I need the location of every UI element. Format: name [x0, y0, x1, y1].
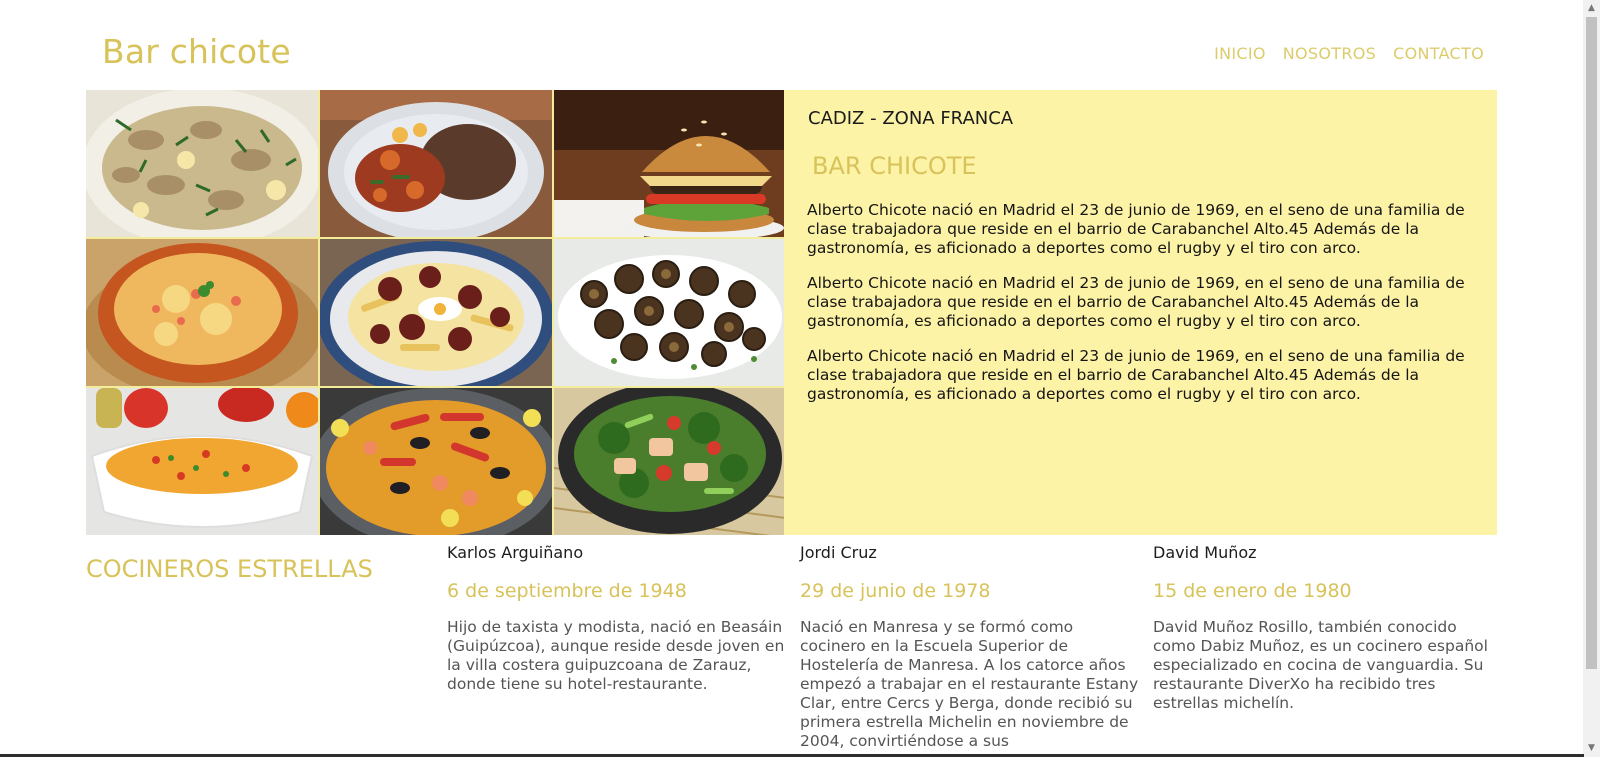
gallery-image-8: [320, 388, 552, 535]
page-scrollbar[interactable]: ▲ ▼: [1583, 0, 1600, 757]
gallery-image-2: [320, 90, 552, 237]
scroll-up-arrow-icon[interactable]: ▲: [1583, 0, 1600, 17]
chef-bio: Nació en Manresa y se formó como cociner…: [800, 618, 1139, 750]
chef-name: Jordi Cruz: [800, 543, 877, 562]
chef-birthdate: 15 de enero de 1980: [1153, 580, 1352, 602]
chef-bio: David Muñoz Rosillo, también conocido co…: [1153, 618, 1488, 712]
chef-name: David Muñoz: [1153, 543, 1257, 562]
scrollbar-thumb[interactable]: [1586, 17, 1597, 669]
chef-birthdate: 6 de septiembre de 1948: [447, 580, 687, 602]
nav-contacto[interactable]: CONTACTO: [1393, 44, 1484, 63]
gallery-image-1: [86, 90, 318, 237]
gallery-image-7: [86, 388, 318, 535]
about-paragraph: Alberto Chicote nació en Madrid el 23 de…: [807, 201, 1465, 257]
bar-title: BAR CHICOTE: [812, 152, 977, 180]
chef-card: David Muñoz 15 de enero de 1980 David Mu…: [1153, 543, 1493, 713]
gallery-image-4: [86, 239, 318, 386]
about-paragraph: Alberto Chicote nació en Madrid el 23 de…: [807, 347, 1465, 403]
about-paragraph: Alberto Chicote nació en Madrid el 23 de…: [807, 274, 1465, 330]
scroll-down-arrow-icon[interactable]: ▼: [1583, 740, 1600, 757]
chef-card: Jordi Cruz 29 de junio de 1978 Nació en …: [800, 543, 1140, 751]
food-gallery: [86, 90, 786, 535]
chefs-heading: COCINEROS ESTRELLAS: [86, 555, 373, 583]
main-nav: INICIO NOSOTROS CONTACTO: [1214, 44, 1484, 63]
chef-card: Karlos Arguiñano 6 de septiembre de 1948…: [447, 543, 787, 694]
site-logo[interactable]: Bar chicote: [102, 32, 291, 71]
about-panel: CADIZ - ZONA FRANCA BAR CHICOTE Alberto …: [784, 90, 1497, 535]
gallery-image-3: [554, 90, 786, 237]
gallery-image-9: [554, 388, 786, 535]
chef-bio: Hijo de taxista y modista, nació en Beas…: [447, 618, 785, 693]
gallery-image-5: [320, 239, 552, 386]
nav-inicio[interactable]: INICIO: [1214, 44, 1266, 63]
gallery-image-6: [554, 239, 786, 386]
location-label: CADIZ - ZONA FRANCA: [808, 108, 1014, 129]
chef-name: Karlos Arguiñano: [447, 543, 584, 562]
site-header: Bar chicote INICIO NOSOTROS CONTACTO: [0, 0, 1584, 90]
nav-nosotros[interactable]: NOSOTROS: [1283, 44, 1376, 63]
about-paragraphs: Alberto Chicote nació en Madrid el 23 de…: [807, 201, 1467, 420]
chef-birthdate: 29 de junio de 1978: [800, 580, 991, 602]
